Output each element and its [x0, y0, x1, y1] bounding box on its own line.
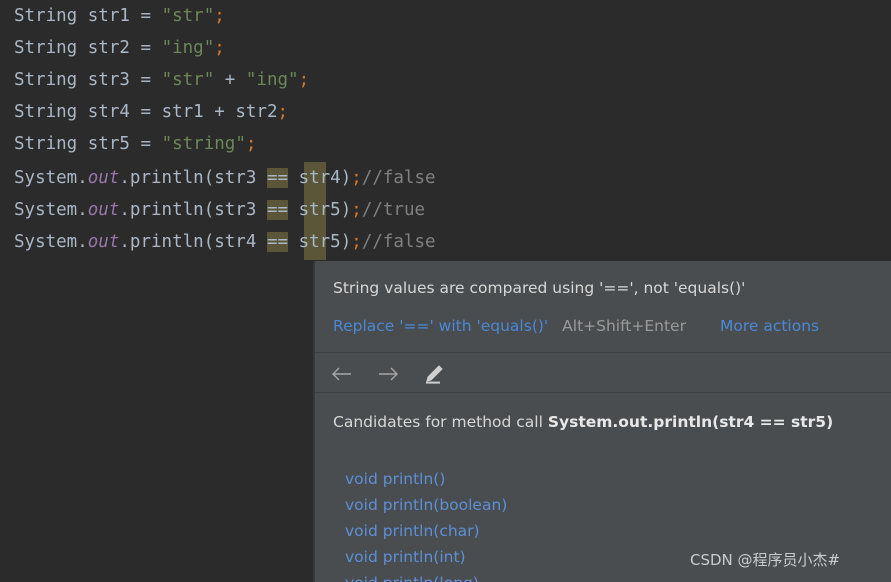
- arrow-right-icon[interactable]: [375, 361, 401, 387]
- token-identifier: str3: [87, 70, 130, 90]
- token-type: String: [14, 102, 78, 122]
- token-identifier: str3: [214, 168, 257, 188]
- token-type: String: [14, 70, 78, 90]
- token-semicolon: ;: [351, 232, 362, 252]
- token-assign: =: [140, 102, 152, 122]
- token-string-literal: "str": [161, 6, 215, 26]
- code-line-3[interactable]: String str3 = "str" + "ing";: [14, 64, 309, 96]
- replace-with-equals-link[interactable]: Replace '==' with 'equals()': [333, 317, 548, 335]
- token-lparen: (: [203, 232, 215, 252]
- candidates-title: Candidates for method call System.out.pr…: [333, 413, 833, 431]
- token-semicolon: ;: [214, 38, 225, 58]
- token-semicolon: ;: [245, 134, 257, 154]
- inspection-popup[interactable]: String values are compared using '==', n…: [313, 261, 891, 582]
- token-identifier: str2: [235, 102, 278, 122]
- token-assign: =: [140, 6, 152, 26]
- token-semicolon: ;: [351, 168, 362, 188]
- more-actions-link[interactable]: More actions: [720, 317, 819, 335]
- token-dot: .: [77, 200, 88, 220]
- candidates-signature: System.out.println(str4 == str5): [547, 413, 834, 431]
- token-identifier: str1: [87, 6, 130, 26]
- arrow-left-icon[interactable]: [329, 361, 355, 387]
- popup-divider-top: [315, 352, 891, 353]
- code-line-5[interactable]: String str5 = "string";: [14, 128, 256, 160]
- token-dot: .: [77, 232, 88, 252]
- token-type: String: [14, 6, 78, 26]
- code-line-6[interactable]: System.out.println(str3 == str4);//false: [14, 162, 436, 194]
- token-class-system: System: [14, 200, 78, 220]
- code-line-8[interactable]: System.out.println(str4 == str5);//false: [14, 226, 436, 258]
- token-dot: .: [77, 168, 88, 188]
- token-lparen: (: [203, 168, 215, 188]
- popup-toolbar: [329, 357, 447, 391]
- token-assign: =: [140, 134, 152, 154]
- token-plus: +: [214, 102, 225, 122]
- token-identifier: str4: [87, 102, 130, 122]
- token-semicolon: ;: [214, 6, 225, 26]
- token-class-system: System: [14, 168, 78, 188]
- code-line-4[interactable]: String str4 = str1 + str2;: [14, 96, 288, 128]
- token-dot: .: [119, 168, 130, 188]
- token-semicolon: ;: [277, 102, 289, 122]
- token-semicolon: ;: [351, 200, 362, 220]
- candidates-prefix: Candidates for method call: [333, 413, 548, 431]
- token-assign: =: [140, 38, 152, 58]
- token-identifier: str5: [298, 232, 341, 252]
- code-line-7[interactable]: System.out.println(str3 == str5);//true: [14, 194, 425, 226]
- token-comment: //true: [361, 200, 426, 220]
- token-semicolon: ;: [298, 70, 310, 90]
- code-line-1[interactable]: String str1 = "str";: [14, 0, 225, 32]
- token-field-out: out: [87, 232, 120, 252]
- token-equality-operator[interactable]: ==: [266, 168, 289, 188]
- token-identifier: str4: [214, 232, 257, 252]
- list-item[interactable]: void println(long): [345, 570, 885, 582]
- token-identifier: str5: [298, 200, 341, 220]
- token-type: String: [14, 134, 78, 154]
- token-identifier: str3: [214, 200, 257, 220]
- token-rparen: ): [340, 232, 352, 252]
- token-field-out: out: [87, 200, 120, 220]
- token-rparen: ): [340, 200, 352, 220]
- inspection-message: String values are compared using '==', n…: [333, 279, 746, 297]
- token-lparen: (: [203, 200, 215, 220]
- code-line-2[interactable]: String str2 = "ing";: [14, 32, 225, 64]
- token-identifier: str5: [87, 134, 130, 154]
- token-class-system: System: [14, 232, 78, 252]
- csdn-watermark: CSDN @程序员小杰#: [690, 551, 841, 569]
- token-method-println: println: [129, 232, 204, 252]
- token-field-out: out: [87, 168, 120, 188]
- token-identifier: str4: [298, 168, 341, 188]
- pencil-icon[interactable]: [421, 361, 447, 387]
- token-dot: .: [119, 232, 130, 252]
- token-string-literal: "ing": [161, 38, 215, 58]
- list-item[interactable]: void println(char): [345, 518, 885, 544]
- token-string-literal: "string": [161, 134, 246, 154]
- token-method-println: println: [129, 168, 204, 188]
- token-type: String: [14, 38, 78, 58]
- token-method-println: println: [129, 200, 204, 220]
- token-rparen: ): [340, 168, 352, 188]
- inspection-actions-row: Replace '==' with 'equals()' Alt+Shift+En…: [333, 317, 819, 335]
- token-dot: .: [119, 200, 130, 220]
- token-identifier: str2: [87, 38, 130, 58]
- token-equality-operator[interactable]: ==: [266, 232, 289, 252]
- token-identifier: str1: [161, 102, 204, 122]
- popup-divider-bottom: [315, 392, 891, 393]
- replace-shortcut-hint: Alt+Shift+Enter: [562, 317, 686, 335]
- token-comment: //false: [361, 232, 436, 252]
- token-plus: +: [224, 70, 236, 90]
- token-string-literal: "ing": [245, 70, 299, 90]
- token-assign: =: [140, 70, 152, 90]
- token-comment: //false: [361, 168, 436, 188]
- list-item[interactable]: void println(boolean): [345, 492, 885, 518]
- list-item[interactable]: void println(): [345, 466, 885, 492]
- token-equality-operator[interactable]: ==: [266, 200, 289, 220]
- token-string-literal: "str": [161, 70, 215, 90]
